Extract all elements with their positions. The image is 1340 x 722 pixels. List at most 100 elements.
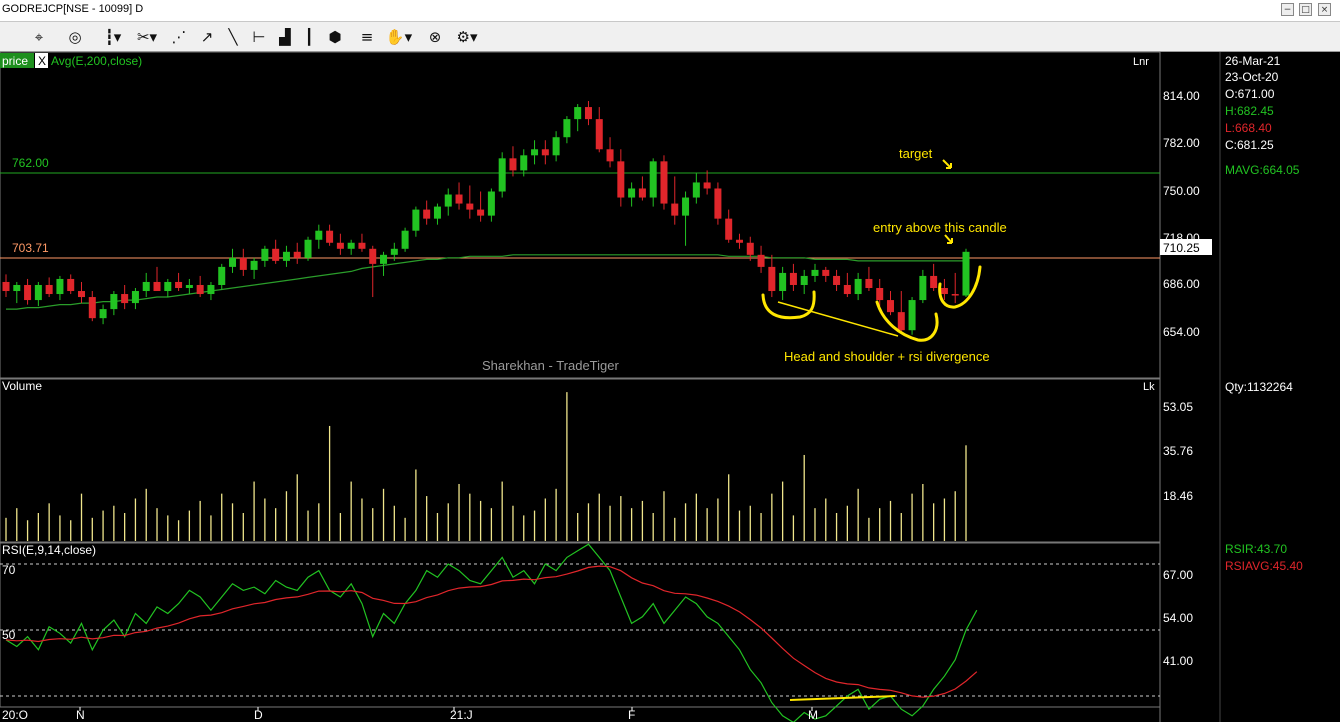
candle-body bbox=[99, 309, 107, 319]
candlestick-icon[interactable]: ┇▾ bbox=[100, 26, 126, 48]
crosshair-cursor-icon[interactable]: ⌖ bbox=[28, 26, 50, 48]
candle-body bbox=[24, 284, 32, 301]
candle-body bbox=[272, 248, 280, 261]
parallel-lines-icon[interactable]: ≡ bbox=[356, 26, 378, 48]
candle-body bbox=[584, 107, 592, 120]
candle-body bbox=[498, 158, 506, 192]
line-icon[interactable]: ╲ bbox=[222, 26, 244, 48]
candle-body bbox=[185, 284, 193, 288]
annotation-entry: entry above this candle bbox=[873, 220, 1007, 235]
candle-body bbox=[919, 275, 927, 301]
candle-body bbox=[13, 284, 21, 292]
candle-body bbox=[164, 281, 172, 292]
settings-gear-icon[interactable]: ⚙▾ bbox=[450, 26, 484, 48]
volume-title[interactable]: Volume bbox=[2, 379, 42, 393]
candle-body bbox=[433, 206, 441, 219]
candle-body bbox=[714, 188, 722, 219]
candle bbox=[714, 182, 722, 225]
candle-body bbox=[455, 194, 463, 204]
candle-body bbox=[131, 291, 139, 304]
candle-body bbox=[962, 251, 970, 296]
candle-body bbox=[746, 242, 754, 255]
candle-body bbox=[682, 197, 690, 216]
candle-body bbox=[142, 281, 150, 292]
candle-body bbox=[282, 251, 290, 261]
rsi-title[interactable]: RSI(E,9,14,close) bbox=[2, 543, 96, 557]
candle-body bbox=[239, 257, 247, 270]
candle-body bbox=[951, 294, 959, 296]
candle-body bbox=[153, 281, 161, 292]
candle-body bbox=[412, 209, 420, 231]
price-tick-750: 750.00 bbox=[1163, 184, 1200, 198]
rsi-left-70: 70 bbox=[2, 563, 16, 577]
candle-body bbox=[477, 209, 485, 216]
candle-body bbox=[207, 284, 215, 295]
price-tick-654: 654.00 bbox=[1163, 325, 1200, 339]
candle-body bbox=[768, 266, 776, 292]
candle-body bbox=[703, 182, 711, 189]
fibonacci-icon[interactable]: ⋰ bbox=[168, 26, 190, 48]
horizontal-line-icon[interactable]: ⊢ bbox=[248, 26, 270, 48]
candle-body bbox=[822, 269, 830, 276]
price-legend[interactable]: price bbox=[2, 54, 28, 68]
scale-type[interactable]: Lnr bbox=[1133, 56, 1149, 68]
candle-body bbox=[757, 254, 765, 267]
candle-body bbox=[509, 158, 517, 171]
candle-body bbox=[541, 149, 549, 156]
avg-legend[interactable]: Avg(E,200,close) bbox=[51, 54, 142, 68]
compare-icon[interactable]: ⊗ bbox=[424, 26, 446, 48]
candle-body bbox=[671, 203, 679, 216]
candle-body bbox=[45, 284, 53, 295]
trendline-icon[interactable]: ↗ bbox=[196, 26, 218, 48]
3d-box-icon[interactable]: ⬢ bbox=[324, 26, 346, 48]
volume-bars-icon[interactable]: ▟ bbox=[274, 26, 296, 48]
candle-body bbox=[2, 281, 10, 292]
volume-tick-1: 53.05 bbox=[1163, 400, 1193, 414]
price-tick-814: 814.00 bbox=[1163, 89, 1200, 103]
candle-body bbox=[854, 278, 862, 295]
maximize-button[interactable]: □ bbox=[1299, 3, 1312, 16]
close-button[interactable]: × bbox=[1318, 3, 1331, 16]
candle-body bbox=[811, 269, 819, 276]
minimize-button[interactable]: − bbox=[1281, 3, 1294, 16]
candle-body bbox=[347, 242, 355, 249]
candle-body bbox=[552, 137, 560, 156]
candle-body bbox=[121, 294, 129, 304]
info-high: H:682.45 bbox=[1225, 104, 1274, 118]
candle-body bbox=[466, 203, 474, 210]
candle-body bbox=[487, 191, 495, 216]
info-date2: 23-Oct-20 bbox=[1225, 70, 1279, 84]
window-title: GODREJCP[NSE - 10099] D bbox=[2, 3, 144, 15]
candle-body bbox=[520, 155, 528, 171]
price-tick-686: 686.00 bbox=[1163, 277, 1200, 291]
bar-icon[interactable]: ┃ bbox=[300, 26, 318, 48]
chart-toolbar: ⌖ ◎ ┇▾ ✂▾ ⋰ ↗ ╲ ⊢ ▟ ┃ ⬢ ≡ ✋▾ ⊗ ⚙▾ bbox=[0, 22, 1340, 52]
legend-close-button[interactable]: X bbox=[38, 54, 46, 68]
candle bbox=[660, 155, 668, 210]
candle-body bbox=[876, 288, 884, 301]
candle-body bbox=[444, 194, 452, 207]
candle-body bbox=[369, 248, 377, 264]
x-label-oct: 20:O bbox=[2, 708, 28, 722]
candle-body bbox=[423, 209, 431, 219]
rsi-tick-67: 67.00 bbox=[1163, 568, 1193, 582]
candle-body bbox=[67, 278, 75, 292]
candle-body bbox=[110, 294, 118, 310]
candle-body bbox=[34, 284, 42, 301]
candle-body bbox=[908, 300, 916, 331]
price-panel bbox=[0, 52, 1161, 379]
candle-body bbox=[692, 182, 700, 198]
candle-body bbox=[293, 251, 301, 258]
stock-chart[interactable]: price X Avg(E,200,close) Lnr 762.00 703.… bbox=[0, 52, 1340, 722]
candle-body bbox=[897, 312, 905, 331]
target-icon[interactable]: ◎ bbox=[64, 26, 86, 48]
candle-body bbox=[606, 149, 614, 162]
candle bbox=[962, 248, 970, 298]
hand-pan-icon[interactable]: ✋▾ bbox=[382, 26, 416, 48]
candle-body bbox=[800, 275, 808, 285]
volume-unit: Lk bbox=[1143, 381, 1155, 393]
x-label-mar: M bbox=[808, 708, 818, 722]
draw-tools-icon[interactable]: ✂▾ bbox=[134, 26, 160, 48]
annotation-target: target bbox=[899, 146, 933, 161]
candle-body bbox=[735, 239, 743, 243]
